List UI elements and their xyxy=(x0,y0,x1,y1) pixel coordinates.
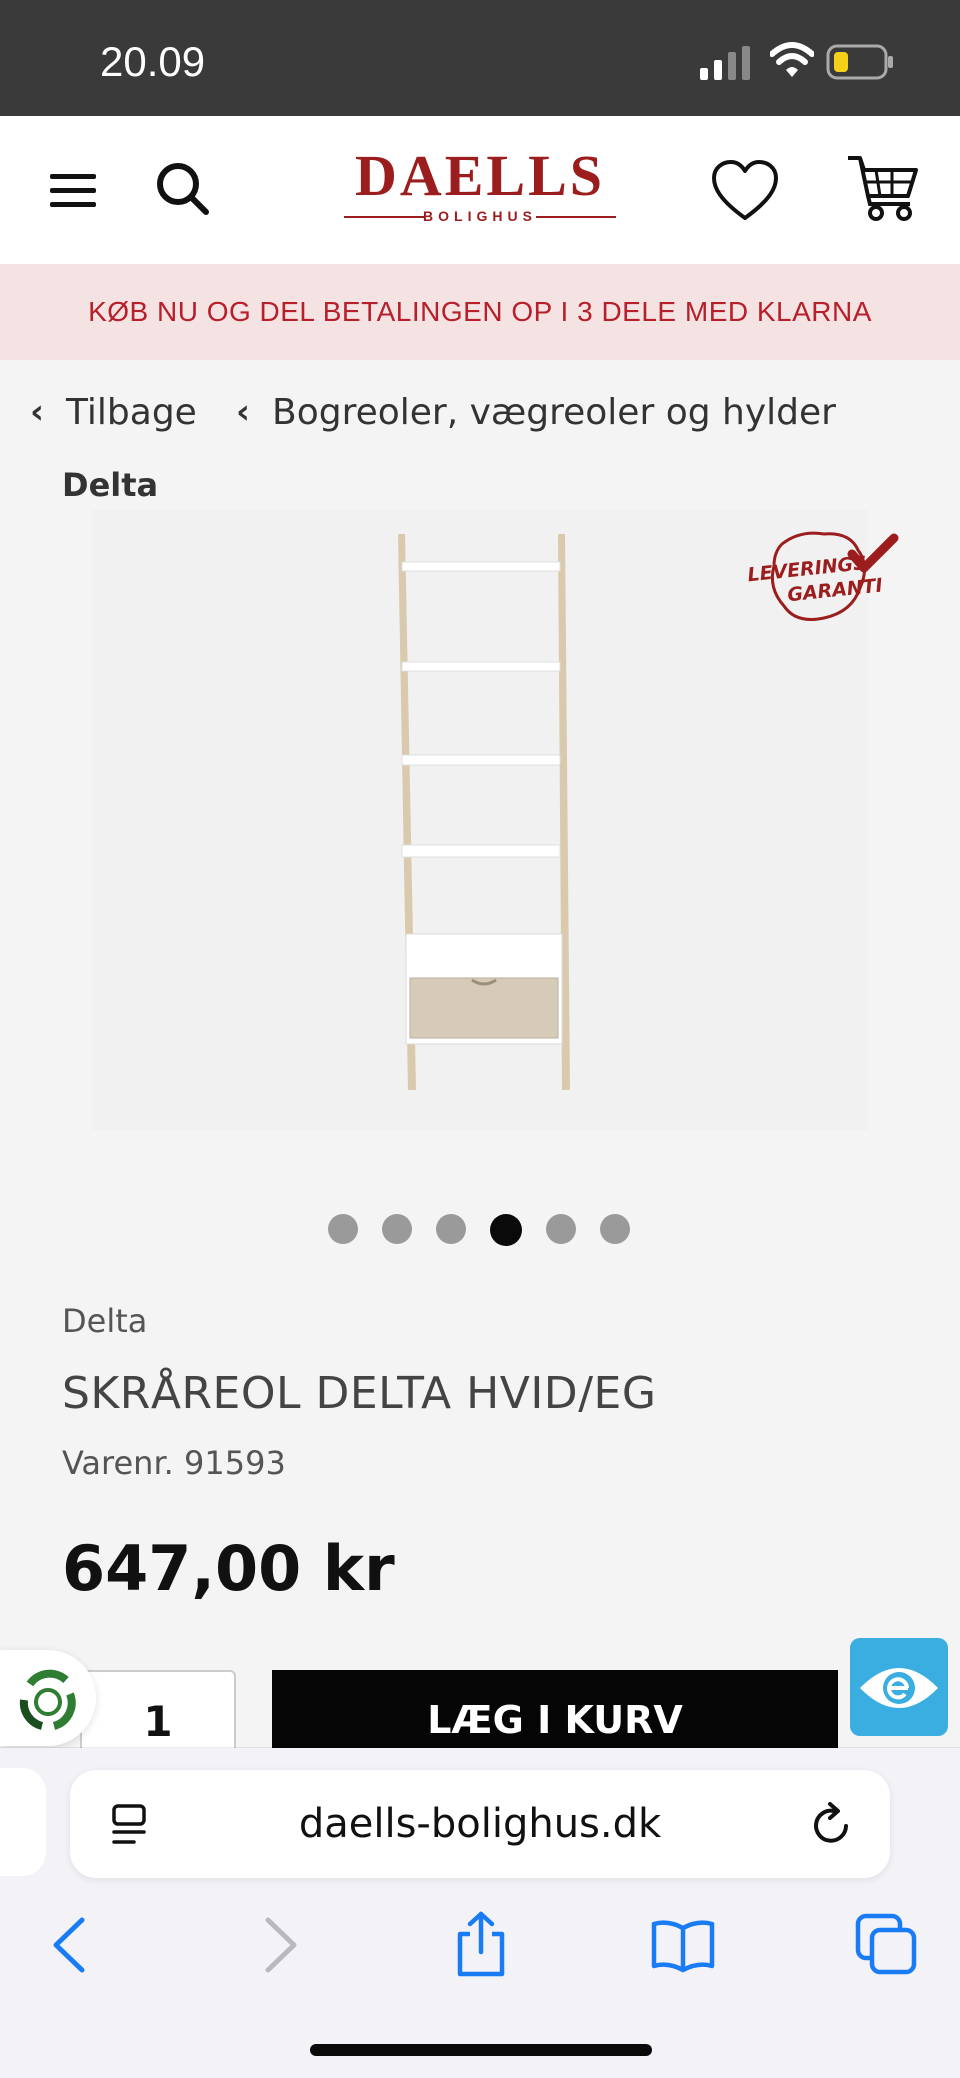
product-title: SKRÅREOL DELTA HVID/EG xyxy=(62,1368,657,1419)
wifi-icon xyxy=(770,42,814,77)
recycle-widget-button[interactable] xyxy=(0,1650,96,1746)
klarna-promo-banner[interactable]: KØB NU OG DEL BETALINGEN OP I 3 DELE MED… xyxy=(0,264,960,360)
carousel-dot-active[interactable] xyxy=(490,1214,522,1246)
tabs-icon[interactable] xyxy=(852,1910,922,1980)
status-time: 20.09 xyxy=(100,38,206,85)
reload-icon[interactable] xyxy=(808,1800,854,1848)
previous-tab-preview[interactable] xyxy=(0,1768,46,1876)
carousel-dot[interactable] xyxy=(546,1214,576,1244)
hamburger-menu-icon[interactable] xyxy=(46,166,102,216)
image-carousel-dots[interactable] xyxy=(328,1214,630,1248)
page-menu-icon[interactable] xyxy=(110,1802,152,1848)
carousel-dot[interactable] xyxy=(328,1214,358,1244)
address-bar[interactable]: daells-bolighus.dk xyxy=(70,1770,890,1878)
battery-icon xyxy=(826,44,893,80)
site-header: DAELLS BOLIGHUS xyxy=(0,116,960,264)
chevron-left-icon: ‹ xyxy=(30,392,45,432)
search-icon[interactable] xyxy=(150,156,214,220)
logo-rule xyxy=(536,216,616,218)
url-text[interactable]: daells-bolighus.dk xyxy=(200,1770,760,1878)
carousel-dot[interactable] xyxy=(436,1214,466,1244)
product-brand[interactable]: Delta xyxy=(62,1302,147,1340)
breadcrumb-category-label: Bogreoler, vægreoler og hylder xyxy=(272,391,836,433)
accessibility-button[interactable] xyxy=(850,1638,948,1736)
eye-icon xyxy=(860,1668,938,1708)
cellular-signal-icon xyxy=(700,46,750,80)
chevron-left-icon: ‹ xyxy=(236,392,251,432)
share-icon[interactable] xyxy=(446,1910,516,1980)
shopping-cart-icon[interactable] xyxy=(846,152,920,222)
breadcrumb-category-link[interactable]: ‹ Bogreoler, vægreoler og hylder xyxy=(236,390,836,434)
back-arrow-icon[interactable] xyxy=(36,1910,106,1980)
product-sku: Varenr. 91593 xyxy=(62,1444,286,1482)
forward-arrow-icon[interactable] xyxy=(244,1910,314,1980)
home-indicator[interactable] xyxy=(310,2044,652,2056)
back-link-label: Tilbage xyxy=(66,391,197,433)
logo-wordmark: DAELLS xyxy=(354,143,606,208)
browser-toolbar: daells-bolighus.dk xyxy=(0,1748,960,2078)
product-price: 647,00 kr xyxy=(62,1532,395,1605)
recycle-icon xyxy=(19,1669,76,1730)
brand-heading: Delta xyxy=(62,466,159,504)
carousel-dot[interactable] xyxy=(382,1214,412,1244)
back-link[interactable]: ‹ Tilbage xyxy=(30,390,197,434)
status-bar: 20.09 xyxy=(0,0,960,116)
carousel-dot[interactable] xyxy=(600,1214,630,1244)
heart-icon[interactable] xyxy=(710,158,780,224)
delivery-guarantee-badge: LEVERINGS GARANTI xyxy=(747,531,899,621)
site-logo[interactable]: DAELLS BOLIGHUS xyxy=(330,146,630,236)
bookmarks-icon[interactable] xyxy=(648,1910,718,1980)
